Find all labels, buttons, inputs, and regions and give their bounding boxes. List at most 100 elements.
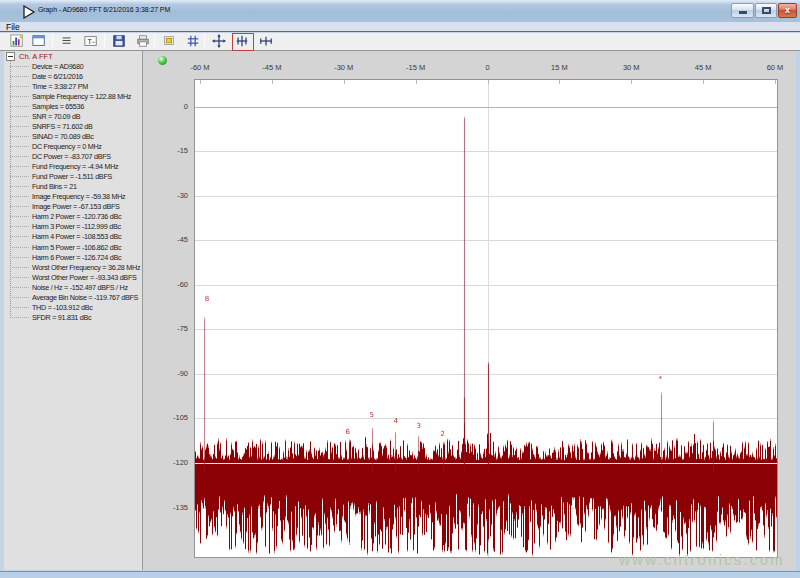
tree-item-stub <box>10 247 29 248</box>
tree-item-label: SINAD = 70.089 dBc <box>32 132 93 141</box>
tree-item-stub <box>10 96 29 97</box>
tree-item-stub <box>10 76 29 77</box>
minimize-button[interactable] <box>731 3 754 18</box>
tree-item-stub <box>10 116 29 117</box>
tree-item-stub <box>10 287 29 288</box>
tree-item-label: Image Power = -67.153 dBFS <box>32 202 120 211</box>
toolbar-cursor-center-icon[interactable] <box>210 34 230 50</box>
x-tick-label: -15 M <box>396 63 436 72</box>
tree-expander-icon[interactable] <box>6 52 15 61</box>
x-tick-label: -45 M <box>252 63 292 72</box>
tree-item-label: Average Bin Noise = -119.767 dBFS <box>32 293 138 302</box>
tree-item-stub <box>10 277 29 278</box>
y-tick-label: -75 <box>154 324 188 333</box>
title-bar: Graph - AD9680 FFT 6/21/2016 3:38:27 PM … <box>0 0 800 22</box>
toolbar-label-box-icon[interactable]: T <box>82 34 102 50</box>
menu-item-file[interactable]: File <box>6 22 20 32</box>
tree-item-stub <box>10 186 29 187</box>
tree-guide-line <box>10 61 11 318</box>
tree-item-stub <box>10 126 29 127</box>
y-tick-label: -30 <box>154 191 188 200</box>
toolbar-new-graph-icon[interactable] <box>8 34 28 50</box>
tree-item-label: SNRFS = 71.602 dB <box>32 122 93 131</box>
toolbar-marker-icon[interactable] <box>160 34 180 50</box>
tree-root-label[interactable]: Ch. A FFT <box>19 52 53 61</box>
toolbar-separator <box>154 34 155 48</box>
tree-item-stub <box>10 307 29 308</box>
tree-item-stub <box>10 317 29 318</box>
tree-item-stub <box>10 216 29 217</box>
tree-item-label: Image Frequency = -59.38 MHz <box>32 192 125 201</box>
tree-item-stub <box>10 196 29 197</box>
tree-panel: Ch. A FFT Device = AD9680Date = 6/21/201… <box>4 51 143 570</box>
tree-item-label: THD = -103.912 dBc <box>32 303 93 312</box>
y-tick-label: -15 <box>154 146 188 155</box>
tree-item-stub <box>10 257 29 258</box>
tree-item-label: Device = AD9680 <box>32 62 84 71</box>
y-tick-label: 0 <box>154 102 188 111</box>
toolbar-separator <box>104 34 105 48</box>
tree-item-stub <box>10 226 29 227</box>
x-tick-label: 15 M <box>539 63 579 72</box>
tree-item-label: DC Power = -83.707 dBFS <box>32 152 111 161</box>
toolbar-grid-icon[interactable] <box>184 34 204 50</box>
toolbar-print-icon[interactable] <box>134 34 154 50</box>
tree-item-stub <box>10 297 29 298</box>
window-right-border <box>796 51 800 571</box>
watermark: www.cntronics.com <box>606 551 798 568</box>
tree-item-label: Time = 3:38:27 PM <box>32 82 88 91</box>
x-tick-label: 0 <box>468 63 508 72</box>
tree-item-label: Harm 4 Power = -108.553 dBc <box>32 232 121 241</box>
tree-item-stub <box>10 136 29 137</box>
tree-item-label: Harm 5 Power = -106.862 dBc <box>32 243 121 252</box>
tree-item-stub <box>10 236 29 237</box>
toolbar-cursor-box-icon[interactable] <box>233 34 253 50</box>
x-tick-label: -60 M <box>180 63 220 72</box>
maximize-button[interactable] <box>755 3 777 18</box>
tree-item-label: Harm 6 Power = -126.724 dBc <box>32 253 121 262</box>
x-tick-label: 45 M <box>683 63 723 72</box>
tree-item-label: Date = 6/21/2016 <box>32 72 83 81</box>
tree-item-label: Fund Power = -1.511 dBFS <box>32 172 112 181</box>
tree-item-label: Samples = 65536 <box>32 102 84 111</box>
tree-item-label: Worst Other Power = -93.343 dBFS <box>32 273 137 282</box>
tree-item-stub <box>10 106 29 107</box>
toolbar-cursor-horizontal-icon[interactable] <box>257 34 277 50</box>
y-tick-label: -45 <box>154 235 188 244</box>
menu-bar: File <box>0 22 800 32</box>
toolbar-separator <box>52 34 53 48</box>
toolbar-separator <box>204 34 205 48</box>
y-tick-label: -60 <box>154 280 188 289</box>
y-tick-label: -105 <box>154 413 188 422</box>
toolbar-save-icon[interactable] <box>110 34 130 50</box>
tree-item-stub <box>10 156 29 157</box>
fft-plot-canvas[interactable] <box>195 80 777 557</box>
x-tick-label: 60 M <box>755 63 795 72</box>
app-window: Graph - AD9680 FFT 6/21/2016 3:38:27 PM … <box>0 0 800 578</box>
toolbar-list-icon[interactable] <box>58 34 78 50</box>
tree-item-label: Harm 3 Power = -112.999 dBc <box>32 222 121 231</box>
tree-item-label: Sample Frequency = 122.88 MHz <box>32 92 131 101</box>
tree-item-stub <box>10 166 29 167</box>
app-icon <box>22 5 36 19</box>
window-left-border <box>0 51 4 571</box>
x-tick-label: -30 M <box>324 63 364 72</box>
y-tick-label: -135 <box>154 503 188 512</box>
status-led-icon <box>158 56 167 65</box>
close-button[interactable]: x <box>778 3 797 18</box>
tree-item-stub <box>10 176 29 177</box>
tree-item-label: Fund Frequency = -4.94 MHz <box>32 162 118 171</box>
tree-item-label: SFDR = 91.831 dBc <box>32 313 91 322</box>
toolbar: T <box>0 33 800 51</box>
window-bottom-border <box>0 571 800 578</box>
tree-item-stub <box>10 206 29 207</box>
tree-item-stub <box>10 267 29 268</box>
toolbar-window-icon[interactable] <box>30 34 50 50</box>
tree-item-label: SNR = 70.09 dB <box>32 112 80 121</box>
tree-item-label: DC Frequency = 0 MHz <box>32 142 102 151</box>
tree-item-label: Harm 2 Power = -120.736 dBc <box>32 212 121 221</box>
x-tick-label: 30 M <box>611 63 651 72</box>
tree-item-label: Fund Bins = 21 <box>32 182 77 191</box>
tree-item-label: Noise / Hz = -152.497 dBFS / Hz <box>32 283 128 292</box>
y-tick-label: -90 <box>154 369 188 378</box>
